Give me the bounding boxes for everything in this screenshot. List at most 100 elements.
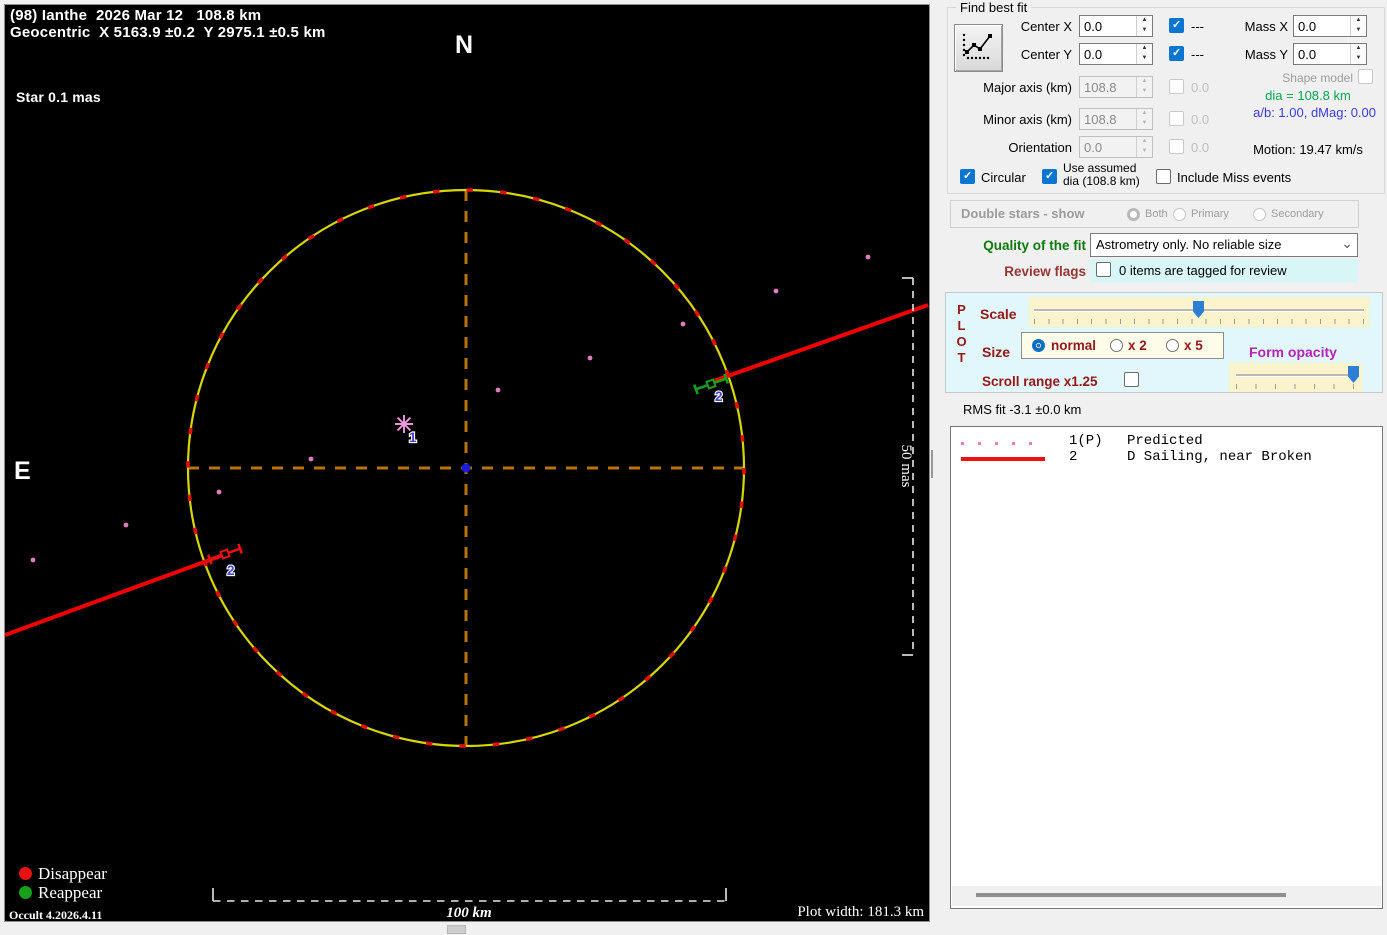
mass-x-spinner[interactable]: 0.0 ▲▼	[1293, 15, 1367, 37]
center-x-spin-arrows[interactable]: ▲▼	[1136, 16, 1152, 36]
review-flags-checkbox[interactable]	[1096, 262, 1111, 277]
predicted-dot	[309, 457, 314, 462]
plot-shapes	[5, 190, 928, 901]
diameter-readout: dia = 108.8 km	[1248, 88, 1368, 103]
quality-of-fit-label: Quality of the fit	[947, 238, 1086, 253]
plot-shape	[707, 380, 716, 389]
include-miss-checkbox[interactable]	[1156, 169, 1171, 184]
scale-slider-ticks	[1034, 319, 1366, 324]
size-normal-radio[interactable]	[1032, 339, 1045, 352]
km-scale-label: 100 km	[446, 905, 491, 921]
double-stars-both-radio[interactable]	[1127, 208, 1140, 221]
center-x-spinner[interactable]: 0.0 ▲▼	[1079, 15, 1153, 37]
orientation-spinner[interactable]: 0.0 ▲▼	[1079, 136, 1153, 158]
chord-row-number: 1(P)	[1069, 433, 1103, 449]
size-normal-label: normal	[1051, 338, 1096, 353]
predicted-dot	[866, 255, 871, 260]
center-x-fit-checkbox[interactable]	[1169, 18, 1184, 33]
form-opacity-label: Form opacity	[1249, 344, 1337, 360]
reappear-dot-icon	[19, 886, 32, 899]
mass-y-label: Mass Y	[1233, 47, 1288, 62]
size-x5-radio[interactable]	[1166, 339, 1179, 352]
form-opacity-slider-track[interactable]	[1236, 374, 1356, 376]
plot-shape	[238, 544, 241, 553]
form-opacity-slider-thumb[interactable]	[1348, 366, 1359, 383]
shape-model-checkbox[interactable]	[1358, 69, 1373, 84]
predicted-dot	[496, 388, 501, 393]
chord-list[interactable]: 1(P) Predicted 2 D Sailing, near Broken	[950, 426, 1383, 909]
plot-hscroll-thumb[interactable]	[447, 925, 466, 934]
circular-checkbox[interactable]	[960, 169, 975, 184]
orientation-fit-checkbox[interactable]	[1169, 139, 1184, 154]
scale-slider[interactable]	[1029, 297, 1369, 327]
disappear-marker-icon	[208, 544, 242, 564]
plot-panel-word: PLOT	[954, 302, 969, 382]
chord2-line-swatch	[961, 457, 1045, 461]
center-x-label: Center X	[1006, 19, 1072, 34]
major-axis-fit-checkbox[interactable]	[1169, 79, 1184, 94]
mass-x-label: Mass X	[1233, 19, 1288, 34]
find-best-fit-title: Find best fit	[956, 0, 1031, 15]
orientation-label: Orientation	[966, 140, 1072, 155]
center-y-fit-checkbox[interactable]	[1169, 46, 1184, 61]
chord-line	[5, 554, 226, 635]
double-stars-primary-radio[interactable]	[1173, 208, 1186, 221]
minor-axis-fit-checkbox[interactable]	[1169, 111, 1184, 126]
chord-list-hscroll-thumb[interactable]	[976, 893, 1286, 897]
disappear-dot-icon	[19, 867, 32, 880]
center-y-spinner[interactable]: 0.0 ▲▼	[1079, 43, 1153, 65]
splitter-handle[interactable]	[931, 450, 933, 478]
chord2-reappear-label: 2	[715, 389, 723, 404]
review-flags-label: Review flags	[947, 264, 1086, 279]
east-direction-label: E	[14, 457, 31, 486]
fit-chart-icon	[955, 25, 1000, 69]
mass-x-spin-arrows[interactable]: ▲▼	[1350, 16, 1366, 36]
predicted-dot	[124, 523, 129, 528]
mass-y-spin-arrows[interactable]: ▲▼	[1350, 44, 1366, 64]
mass-x-value: 0.0	[1294, 16, 1350, 36]
double-stars-group: Double stars - show Both Primary Seconda…	[950, 200, 1359, 228]
form-opacity-slider-ticks	[1236, 384, 1358, 389]
chord-list-hscrollbar[interactable]	[952, 886, 1381, 906]
scale-label: Scale	[980, 306, 1017, 322]
double-stars-title: Double stars - show	[961, 206, 1085, 221]
plot-width-label: Plot width: 181.3 km	[704, 904, 924, 921]
include-miss-label: Include Miss events	[1177, 170, 1291, 185]
circular-label: Circular	[981, 170, 1026, 185]
predicted-dot	[31, 558, 36, 563]
asteroid-center-dot	[462, 464, 471, 473]
chord-row-description: D Sailing, near Broken	[1127, 449, 1312, 465]
predicted-chord-label: 1	[409, 430, 417, 445]
mass-y-spinner[interactable]: 0.0 ▲▼	[1293, 43, 1367, 65]
mass-y-value: 0.0	[1294, 44, 1350, 64]
double-stars-secondary-label: Secondary	[1271, 208, 1324, 220]
major-axis-spin-arrows: ▲▼	[1136, 77, 1152, 97]
double-stars-secondary-radio[interactable]	[1253, 208, 1266, 221]
plot-title-line2: Geocentric X 5163.9 ±0.2 Y 2975.1 ±0.5 k…	[10, 24, 326, 41]
major-axis-spinner[interactable]: 108.8 ▲▼	[1079, 76, 1153, 98]
orientation-flag: 0.0	[1191, 140, 1209, 155]
scroll-range-checkbox[interactable]	[1124, 372, 1139, 387]
chord-row-description: Predicted	[1127, 433, 1203, 449]
run-best-fit-button[interactable]	[954, 24, 1003, 72]
quality-of-fit-dropdown[interactable]: Astrometry only. No reliable size ⌄	[1090, 233, 1358, 257]
use-assumed-dia-checkbox[interactable]	[1042, 169, 1057, 184]
predicted-dot	[588, 356, 593, 361]
mas-scale-label: 50 mas	[898, 445, 914, 488]
center-y-spin-arrows[interactable]: ▲▼	[1136, 44, 1152, 64]
center-y-flag: ---	[1191, 47, 1204, 62]
star-diameter-label: Star 0.1 mas	[16, 89, 101, 105]
predicted-line-swatch	[961, 442, 1043, 445]
minor-axis-flag: 0.0	[1191, 112, 1209, 127]
occultation-plot-canvas[interactable]: 1 2 2 100 km 50 mas (98) Ianthe 2026 Mar…	[4, 4, 930, 922]
predicted-dot	[217, 490, 222, 495]
plot-controls-panel: PLOT Scale Size normal x 2 x 5 Form opac…	[945, 292, 1383, 393]
use-assumed-dia-line2: dia (108.8 km)	[1063, 174, 1140, 188]
minor-axis-spinner[interactable]: 108.8 ▲▼	[1079, 108, 1153, 130]
form-opacity-slider[interactable]	[1229, 363, 1362, 392]
plot-title-line1: (98) Ianthe 2026 Mar 12 108.8 km	[10, 7, 261, 24]
size-x2-radio[interactable]	[1110, 339, 1123, 352]
center-x-flag: ---	[1191, 19, 1204, 34]
plot-shape	[694, 385, 697, 394]
scale-slider-thumb[interactable]	[1193, 301, 1204, 318]
